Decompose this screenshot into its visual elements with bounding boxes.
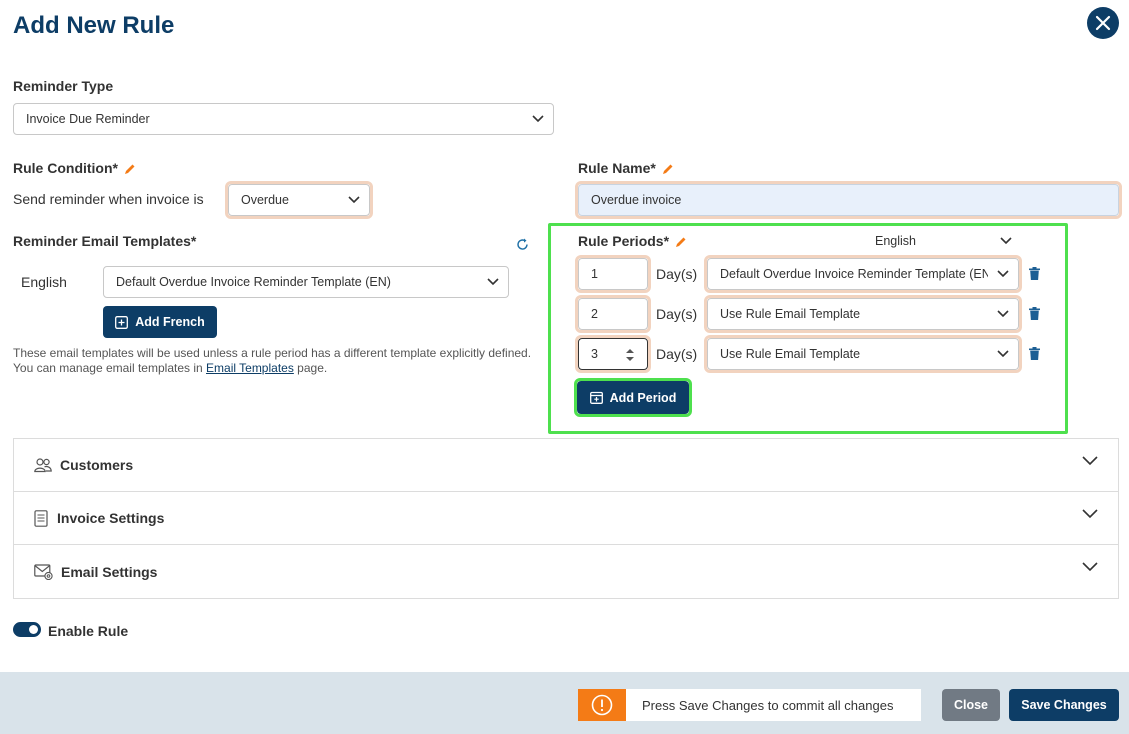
reminder-type-label: Reminder Type (13, 78, 114, 94)
chevron-down-icon (1082, 456, 1098, 466)
add-french-button[interactable]: Add French (103, 306, 217, 338)
chevron-down-icon (487, 278, 499, 286)
period-template-select[interactable]: Default Overdue Invoice Reminder Templat… (707, 258, 1019, 290)
close-button[interactable]: Close (942, 689, 1000, 721)
plus-square-icon (115, 315, 129, 329)
reminder-type-select[interactable]: Invoice Due Reminder (13, 103, 554, 135)
chevron-down-icon (1082, 562, 1098, 572)
rule-condition-label: Rule Condition* (13, 160, 136, 176)
chevron-down-icon (532, 115, 544, 123)
email-templates-help: These email templates will be used unles… (13, 346, 532, 375)
days-unit: Day(s) (656, 346, 698, 362)
chevron-down-icon (1000, 237, 1012, 245)
close-dialog-button[interactable] (1087, 7, 1119, 39)
period-days-input[interactable]: 3 (578, 338, 648, 370)
period-days-input[interactable]: 1 (578, 258, 648, 290)
document-icon (34, 509, 48, 527)
add-period-button[interactable]: Add Period (577, 381, 689, 414)
email-at-icon (34, 563, 53, 580)
period-template-select[interactable]: Use Rule Email Template (707, 338, 1019, 370)
enable-rule-toggle[interactable] (13, 622, 41, 637)
email-templates-label: Reminder Email Templates* (13, 233, 197, 249)
chevron-down-icon (348, 196, 360, 204)
period-language-select[interactable]: English (862, 227, 1022, 255)
close-icon (1095, 15, 1111, 31)
condition-sentence: Send reminder when invoice is (13, 191, 204, 207)
chevron-down-icon (997, 350, 1009, 358)
page-title: Add New Rule (13, 12, 175, 39)
info-icon (591, 694, 613, 716)
settings-accordion: Customers Invoice Settings Email Setting… (13, 438, 1119, 599)
people-icon (34, 457, 52, 472)
rule-name-input[interactable]: Overdue invoice (578, 184, 1119, 216)
accordion-invoice-settings[interactable]: Invoice Settings (14, 492, 1118, 545)
chevron-down-icon (997, 310, 1009, 318)
accordion-customers[interactable]: Customers (14, 439, 1118, 492)
trash-icon[interactable] (1029, 307, 1040, 320)
days-unit: Day(s) (656, 266, 698, 282)
period-template-select[interactable]: Use Rule Email Template (707, 298, 1019, 330)
period-days-input[interactable]: 2 (578, 298, 648, 330)
accordion-email-settings[interactable]: Email Settings (14, 545, 1118, 598)
pencil-icon[interactable] (124, 163, 136, 175)
save-notice: Press Save Changes to commit all changes (578, 689, 921, 721)
enable-rule-label: Enable Rule (48, 623, 129, 639)
email-template-select[interactable]: Default Overdue Invoice Reminder Templat… (103, 266, 509, 298)
spinner-icon[interactable] (625, 348, 635, 362)
days-unit: Day(s) (656, 306, 698, 322)
trash-icon[interactable] (1029, 347, 1040, 360)
save-changes-button[interactable]: Save Changes (1009, 689, 1119, 721)
pencil-icon[interactable] (675, 236, 687, 248)
refresh-icon[interactable] (516, 238, 529, 251)
pencil-icon[interactable] (662, 163, 674, 175)
email-templates-link[interactable]: Email Templates (206, 361, 294, 375)
condition-select[interactable]: Overdue (228, 184, 370, 216)
chevron-down-icon (997, 270, 1009, 278)
calendar-plus-icon (589, 391, 603, 404)
template-language: English (21, 274, 67, 290)
chevron-down-icon (1082, 509, 1098, 519)
rule-name-label: Rule Name* (578, 160, 674, 176)
trash-icon[interactable] (1029, 267, 1040, 280)
rule-periods-label: Rule Periods* (578, 233, 687, 249)
